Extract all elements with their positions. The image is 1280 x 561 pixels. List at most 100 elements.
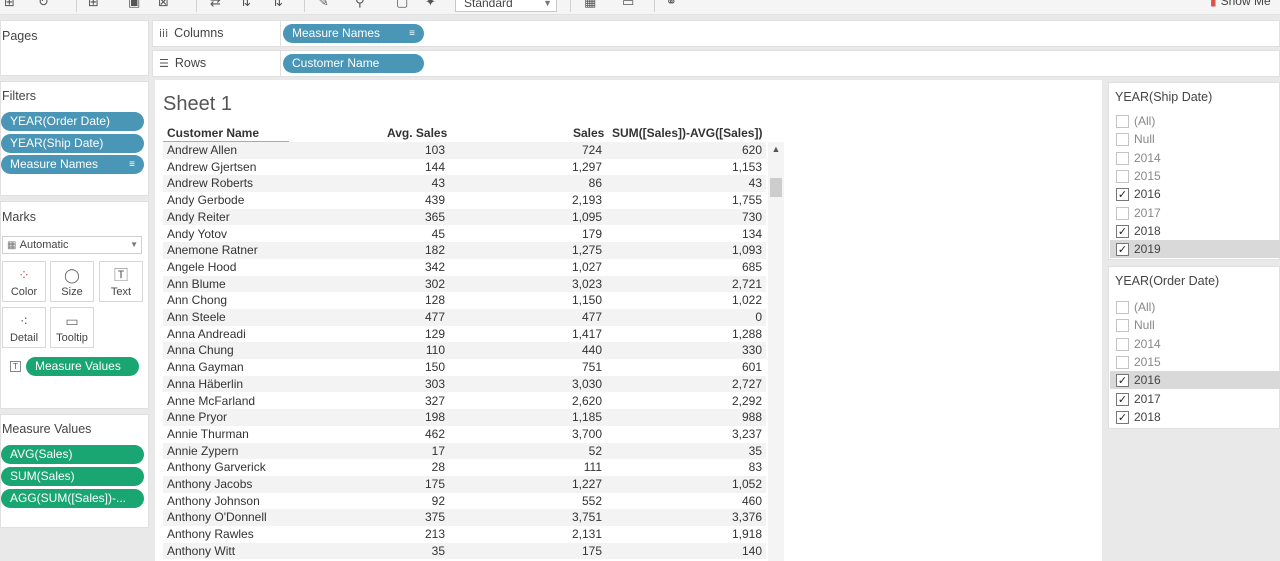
tooltip-button[interactable]: ▭ Tooltip (50, 307, 94, 348)
order-date-option[interactable]: 2014 (1110, 335, 1280, 353)
checkbox-unchecked[interactable] (1116, 355, 1129, 369)
table-row[interactable]: Annie Zypern 17 52 35 (163, 442, 766, 460)
sheet-title[interactable]: Sheet 1 (163, 93, 232, 116)
clear-sheet-icon[interactable]: ⊠ (158, 0, 169, 10)
ship-date-option[interactable]: ✓ 2019 (1110, 240, 1280, 259)
size-button[interactable]: ◯ Size (50, 261, 94, 302)
vertical-scrollbar[interactable]: ▲ (768, 142, 784, 561)
highlight-icon[interactable]: ✎ (318, 0, 329, 10)
checkbox-unchecked[interactable] (1116, 206, 1129, 220)
table-row[interactable]: Anna Gayman 150 751 601 (163, 359, 766, 376)
checkbox-unchecked[interactable] (1116, 133, 1129, 147)
mark-type-dropdown[interactable]: ▦ Automatic ▼ (2, 236, 142, 254)
table-row[interactable]: Anna Häberlin 303 3,030 2,727 (163, 375, 766, 393)
table-row[interactable]: Anthony Johnson 92 552 460 (163, 493, 766, 510)
header-sales[interactable]: Sales (573, 126, 604, 140)
measure-pill-agg-diff[interactable]: AGG(SUM([Sales])-... (1, 489, 144, 508)
table-row[interactable]: Andrew Allen 103 724 620 (163, 142, 766, 159)
checkbox-unchecked[interactable] (1116, 115, 1129, 128)
marks-pill-measure-values[interactable]: Measure Values (26, 357, 139, 376)
table-row[interactable]: Andy Gerbode 439 2,193 1,755 (163, 192, 766, 209)
detail-button[interactable]: ⁖ Detail (2, 307, 46, 348)
header-avg-sales[interactable]: Avg. Sales (387, 126, 447, 140)
table-row[interactable]: Anne Pryor 198 1,185 988 (163, 409, 766, 426)
ship-date-option[interactable]: 2014 (1110, 149, 1280, 167)
cell-sales-minus-avg: 620 (741, 143, 762, 157)
measure-pill-sum-sales[interactable]: SUM(Sales) (1, 467, 144, 486)
duplicate-sheet-icon[interactable]: ▣ (128, 0, 140, 10)
table-row[interactable]: Andy Yotov 45 179 134 (163, 226, 766, 243)
labels-icon[interactable]: ▢ (396, 0, 408, 10)
sort-ascending-icon[interactable]: ⇅ (240, 0, 251, 10)
new-worksheet-icon[interactable]: ⊞ (88, 0, 99, 10)
header-sales-minus-avg[interactable]: SUM([Sales])-AVG([Sales]) (612, 126, 762, 140)
filter-pill-ship-date[interactable]: YEAR(Ship Date) (1, 134, 144, 153)
checkbox-checked[interactable]: ✓ (1116, 392, 1129, 406)
checkbox-checked[interactable]: ✓ (1116, 410, 1129, 424)
table-row[interactable]: Angele Hood 342 1,027 685 (163, 259, 766, 276)
table-row[interactable]: Annie Thurman 462 3,700 3,237 (163, 426, 766, 443)
order-date-option[interactable]: ✓ 2016 (1110, 371, 1280, 390)
table-row[interactable]: Anne McFarland 327 2,620 2,292 (163, 393, 766, 410)
table-row[interactable]: Ann Blume 302 3,023 2,721 (163, 275, 766, 293)
checkbox-unchecked[interactable] (1116, 169, 1129, 183)
share-icon[interactable]: ⚭ (666, 0, 677, 10)
checkbox-checked[interactable]: ✓ (1116, 374, 1129, 388)
checkbox-unchecked[interactable] (1116, 337, 1129, 351)
checkbox-unchecked[interactable] (1116, 301, 1129, 314)
columns-shelf[interactable]: iii Columns Measure Names ≡ (152, 20, 1280, 47)
table-row[interactable]: Anthony O'Donnell 375 3,751 3,376 (163, 509, 766, 527)
table-row[interactable]: Ann Chong 128 1,150 1,022 (163, 292, 766, 309)
checkbox-checked[interactable]: ✓ (1116, 188, 1129, 202)
order-date-option[interactable]: (All) (1110, 298, 1280, 316)
scroll-up-icon[interactable]: ▲ (768, 142, 784, 156)
show-me-button[interactable]: ▮ Show Me (1210, 0, 1271, 8)
cell-avg-sales: 182 (424, 243, 445, 258)
table-row[interactable]: Anthony Garverick 28 111 83 (163, 459, 766, 476)
order-date-option[interactable]: ✓ 2018 (1110, 408, 1280, 426)
ship-date-option[interactable]: Null (1110, 130, 1280, 148)
checkbox-checked[interactable]: ✓ (1116, 243, 1129, 257)
checkbox-unchecked[interactable] (1116, 319, 1129, 333)
header-customer-name[interactable]: Customer Name (167, 126, 259, 140)
checkbox-checked[interactable]: ✓ (1116, 224, 1129, 238)
show-cards-icon[interactable]: ▦ (584, 0, 596, 10)
ship-date-option[interactable]: ✓ 2018 (1110, 222, 1280, 240)
ship-date-option[interactable]: (All) (1110, 112, 1280, 130)
new-datasource-icon[interactable]: ⊞ (4, 0, 15, 10)
checkbox-unchecked[interactable] (1116, 151, 1129, 165)
color-button[interactable]: ⁘ Color (2, 261, 46, 302)
table-row[interactable]: Ann Steele 477 477 0 (163, 309, 766, 326)
text-button[interactable]: 🅃 Text (99, 261, 143, 302)
sort-descending-icon[interactable]: ⇅ (272, 0, 283, 10)
table-row[interactable]: Anemone Ratner 182 1,275 1,093 (163, 242, 766, 259)
table-row[interactable]: Andrew Roberts 43 86 43 (163, 175, 766, 193)
rows-pill-customer-name[interactable]: Customer Name (283, 54, 424, 73)
table-row[interactable]: Anthony Rawles 213 2,131 1,918 (163, 526, 766, 543)
table-row[interactable]: Anna Chung 110 440 330 (163, 342, 766, 360)
table-row[interactable]: Anthony Jacobs 175 1,227 1,052 (163, 476, 766, 493)
pin-icon[interactable]: ✦ (425, 0, 436, 10)
presentation-icon[interactable]: ▭ (622, 0, 634, 10)
group-icon[interactable]: ⚲ (355, 0, 365, 10)
table-row[interactable]: Andy Reiter 365 1,095 730 (163, 208, 766, 226)
ship-date-option[interactable]: 2015 (1110, 167, 1280, 185)
columns-pill-measure-names[interactable]: Measure Names ≡ (283, 24, 424, 43)
order-date-option[interactable]: Null (1110, 316, 1280, 334)
ship-date-option[interactable]: ✓ 2016 (1110, 185, 1280, 203)
cell-sales: 1,275 (571, 243, 602, 258)
table-row[interactable]: Anna Andreadi 129 1,417 1,288 (163, 326, 766, 343)
filter-pill-order-date[interactable]: YEAR(Order Date) (1, 112, 144, 131)
measure-pill-avg-sales[interactable]: AVG(Sales) (1, 445, 144, 464)
rows-shelf[interactable]: ☰ Rows Customer Name (152, 50, 1280, 77)
ship-date-option[interactable]: 2017 (1110, 204, 1280, 222)
table-row[interactable]: Anthony Witt 35 175 140 (163, 542, 766, 560)
filter-pill-measure-names[interactable]: Measure Names ≡ (1, 155, 144, 174)
table-row[interactable]: Andrew Gjertsen 144 1,297 1,153 (163, 159, 766, 176)
swap-icon[interactable]: ⇄ (210, 0, 221, 10)
scroll-thumb[interactable] (770, 178, 782, 197)
fit-dropdown[interactable]: Standard ▼ (455, 0, 557, 12)
order-date-option[interactable]: ✓ 2017 (1110, 390, 1280, 408)
order-date-option[interactable]: 2015 (1110, 353, 1280, 371)
redo-icon[interactable]: ↻ (38, 0, 49, 10)
